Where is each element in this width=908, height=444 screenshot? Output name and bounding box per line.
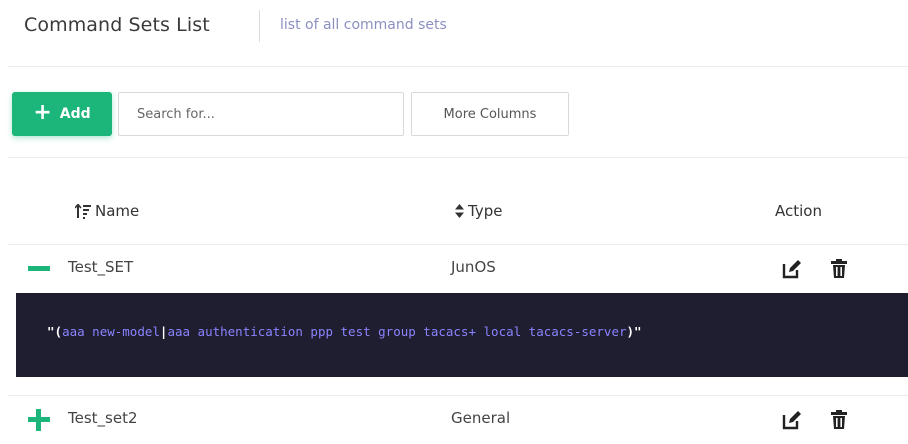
column-header-action: Action [775,202,822,220]
add-button[interactable]: + Add [12,92,112,136]
edit-icon[interactable] [782,259,802,279]
row-type: JunOS [451,258,496,276]
row-type: General [451,409,511,427]
header-separator [259,10,260,42]
column-header-type[interactable]: Type [455,202,502,220]
page-subtitle: list of all command sets [280,17,447,33]
sort-icon [455,204,464,218]
command-detail-panel: "(aaa new-model|aaa authentication ppp t… [16,293,908,377]
collapse-icon[interactable] [28,258,50,280]
more-columns-button[interactable]: More Columns [411,92,569,136]
content-panel: + Add More Columns Name Type Action Test… [8,66,908,433]
column-header-type-label: Type [468,202,503,220]
command-text: "(aaa new-model|aaa authentication ppp t… [47,324,642,339]
page-title: Command Sets List [24,14,210,36]
edit-icon[interactable] [782,410,802,430]
trash-icon[interactable] [830,259,848,279]
row-name: Test_set2 [68,409,138,427]
trash-icon[interactable] [830,410,848,430]
column-header-name-label: Name [95,202,140,220]
table-row: Test_set2 General [8,396,908,444]
search-input[interactable] [118,92,404,136]
command-item: aaa authentication ppp test group tacacs… [167,324,627,339]
expand-icon[interactable] [28,409,50,431]
command-item: aaa new-model [62,324,160,339]
add-button-label: Add [59,106,91,122]
page-header: Command Sets List list of all command se… [0,0,908,64]
column-header-name[interactable]: Name [75,202,139,220]
row-name: Test_SET [68,258,134,276]
toolbar-divider [8,157,908,158]
sort-asc-icon [75,203,91,219]
plus-icon: + [33,100,52,125]
table-row: Test_SET JunOS [8,245,908,293]
